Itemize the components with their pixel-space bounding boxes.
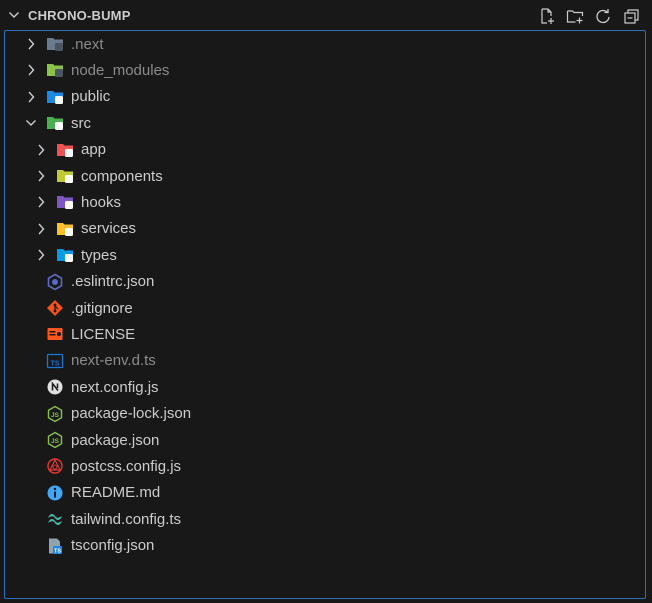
tree-item-label: .eslintrc.json [71,273,155,291]
svg-text:JS: JS [51,412,60,419]
tree-file-row[interactable]: LICENSE [5,321,652,347]
typescript-def-icon: TS [46,352,64,370]
tree-file-row[interactable]: JS package.json [5,427,652,453]
new-file-icon [541,8,554,24]
tree-folder-row[interactable]: types [5,242,652,268]
file-tree: .next node_modulespublic src app components h… [4,30,646,599]
services-folder-icon [56,220,74,238]
tree-file-row[interactable]: next.config.js [5,374,652,400]
tree-folder-row[interactable]: public [5,84,652,110]
types-folder-icon [56,246,74,264]
collapse-all-button[interactable] [620,5,642,27]
svg-text:TS: TS [51,360,60,367]
license-icon [46,325,64,343]
tree-folder-row[interactable]: .next [5,31,652,57]
tree-item-label: package.json [71,431,160,449]
public-folder-icon [46,88,64,106]
svg-text:TS: TS [54,548,61,554]
chevron-right-icon[interactable] [33,142,49,158]
next-folder-icon [46,35,64,53]
tree-folder-row[interactable]: services [5,216,652,242]
tree-item-label: components [81,167,163,185]
new-folder-button[interactable] [564,5,586,27]
tree-item-label: LICENSE [71,325,136,343]
tree-item-label: .next [71,35,104,53]
chevron-down-icon[interactable] [23,115,39,131]
refresh-button[interactable] [592,5,614,27]
chevron-down-icon[interactable] [6,7,22,23]
info-icon [46,484,64,502]
new-file-button[interactable] [536,5,558,27]
nodejs-icon: JS [46,405,64,423]
tree-folder-row[interactable]: components [5,163,652,189]
chevron-right-icon[interactable] [33,168,49,184]
tree-item-label: next-env.d.ts [71,352,156,370]
refresh-icon [596,9,610,24]
tree-file-row[interactable]: README.md [5,480,652,506]
explorer-title: CHRONO-BUMP [28,8,131,23]
tree-folder-row[interactable]: node_modules [5,57,652,83]
tailwind-icon [46,510,64,528]
chevron-right-icon[interactable] [33,194,49,210]
tree-item-label: tailwind.config.ts [71,510,182,528]
git-icon [46,299,64,317]
tree-item-label: services [81,220,137,238]
node-folder-icon [46,61,64,79]
components-folder-icon [56,167,74,185]
hooks-folder-icon [56,193,74,211]
nextjs-icon [46,378,64,396]
collapse-all-icon [624,9,639,24]
tree-item-label: .gitignore [71,299,133,317]
tree-item-label: postcss.config.js [71,457,182,475]
tree-item-label: public [71,88,111,106]
tree-item-label: src [71,114,91,132]
tree-item-label: package-lock.json [71,405,192,423]
app-folder-icon [56,141,74,159]
tree-file-row[interactable]: .eslintrc.json [5,269,652,295]
explorer-header[interactable]: CHRONO-BUMP [0,0,652,30]
tree-folder-row[interactable]: src [5,110,652,136]
tree-file-row[interactable]: .gitignore [5,295,652,321]
tree-folder-row[interactable]: hooks [5,189,652,215]
tree-item-label: app [81,141,107,159]
new-folder-icon [566,10,584,24]
postcss-icon [46,457,64,475]
tree-file-row[interactable]: TS tsconfig.json [5,533,652,559]
chevron-right-icon[interactable] [33,247,49,263]
tree-item-label: next.config.js [71,378,159,396]
tree-item-label: node_modules [71,61,170,79]
chevron-right-icon[interactable] [33,221,49,237]
chevron-right-icon[interactable] [23,36,39,52]
chevron-right-icon[interactable] [23,62,39,78]
tree-item-label: tsconfig.json [71,537,155,555]
tree-item-label: hooks [81,193,122,211]
svg-text:JS: JS [51,438,60,445]
explorer-actions [536,5,642,27]
tree-file-row[interactable]: tailwind.config.ts [5,506,652,532]
tree-file-row[interactable]: postcss.config.js [5,453,652,479]
chevron-right-icon[interactable] [23,89,39,105]
tree-file-row[interactable]: JS package-lock.json [5,401,652,427]
tree-file-row[interactable]: TS next-env.d.ts [5,348,652,374]
nodejs-icon: JS [46,431,64,449]
tree-item-label: README.md [71,484,161,502]
tsconfig-icon: TS [46,537,64,555]
eslint-icon [46,273,64,291]
tree-folder-row[interactable]: app [5,137,652,163]
src-folder-icon [46,114,64,132]
tree-item-label: types [81,246,117,264]
